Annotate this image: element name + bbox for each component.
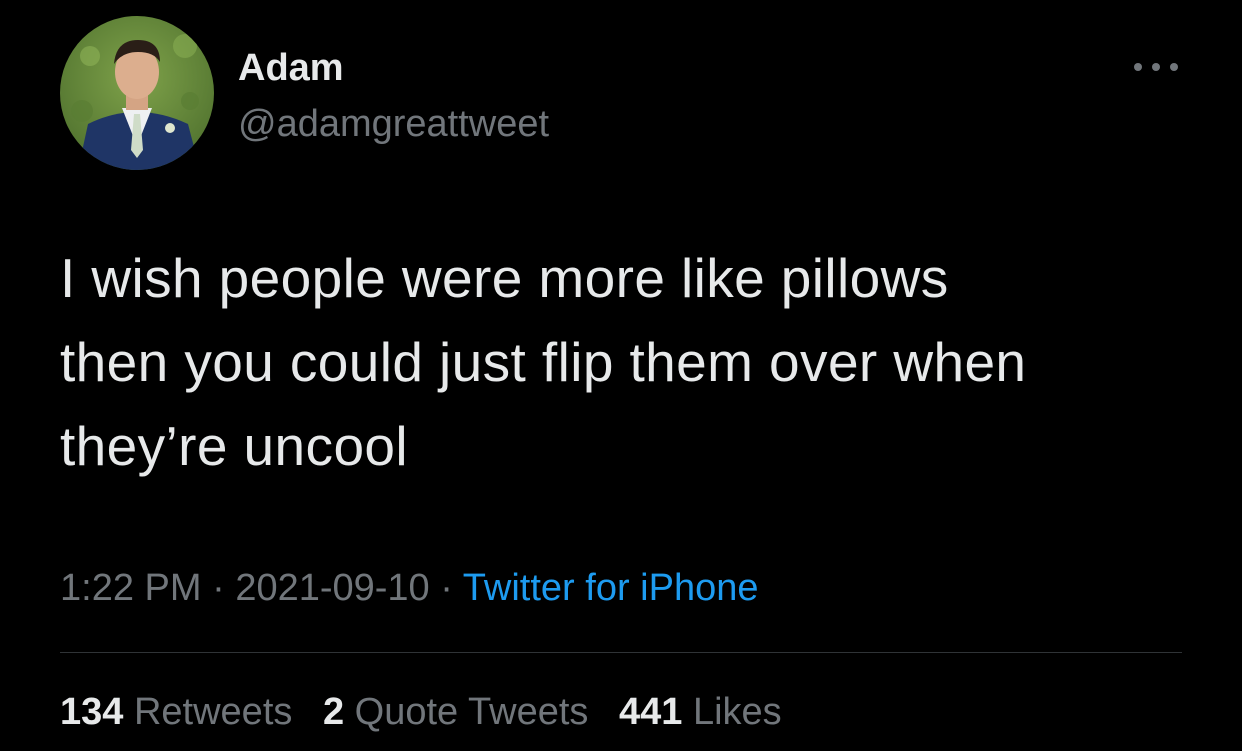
- meta-separator: ·: [440, 567, 453, 609]
- quotes-count: 2: [322, 691, 345, 733]
- tweet-source-link[interactable]: Twitter for iPhone: [463, 567, 759, 609]
- tweet-stats: 134 Retweets 2 Quote Tweets 441 Likes: [60, 688, 802, 736]
- meta-separator: ·: [212, 567, 225, 609]
- tweet-text-line: then you could just flip them over when: [60, 331, 1027, 393]
- likes-count: 441: [618, 691, 683, 733]
- more-horizontal-icon: [1134, 63, 1178, 71]
- display-name[interactable]: Adam: [238, 44, 344, 92]
- retweets-label: Retweets: [133, 691, 293, 733]
- tweet-text: I wish people were more like pillows the…: [60, 236, 1190, 488]
- quotes-label: Quote Tweets: [354, 691, 589, 733]
- likes-label: Likes: [692, 691, 782, 733]
- profile-photo: [60, 16, 214, 170]
- user-handle[interactable]: @adamgreattweet: [238, 100, 549, 148]
- tweet-detail: Adam @adamgreattweet I wish people were …: [0, 0, 1242, 751]
- more-button[interactable]: [1128, 54, 1184, 80]
- likes-stat[interactable]: 441 Likes: [619, 691, 782, 733]
- tweet-time[interactable]: 1:22 PM: [60, 567, 202, 609]
- tweet-date[interactable]: 2021-09-10: [235, 567, 429, 609]
- retweets-count: 134: [60, 691, 124, 733]
- divider: [60, 652, 1182, 653]
- tweet-text-line: they’re uncool: [60, 415, 409, 477]
- tweet-text-line: I wish people were more like pillows: [60, 247, 949, 309]
- retweets-stat[interactable]: 134 Retweets: [60, 691, 292, 733]
- quote-tweets-stat[interactable]: 2 Quote Tweets: [323, 691, 588, 733]
- avatar[interactable]: [60, 16, 214, 170]
- tweet-meta: 1:22 PM · 2021-09-10 · Twitter for iPhon…: [60, 564, 758, 612]
